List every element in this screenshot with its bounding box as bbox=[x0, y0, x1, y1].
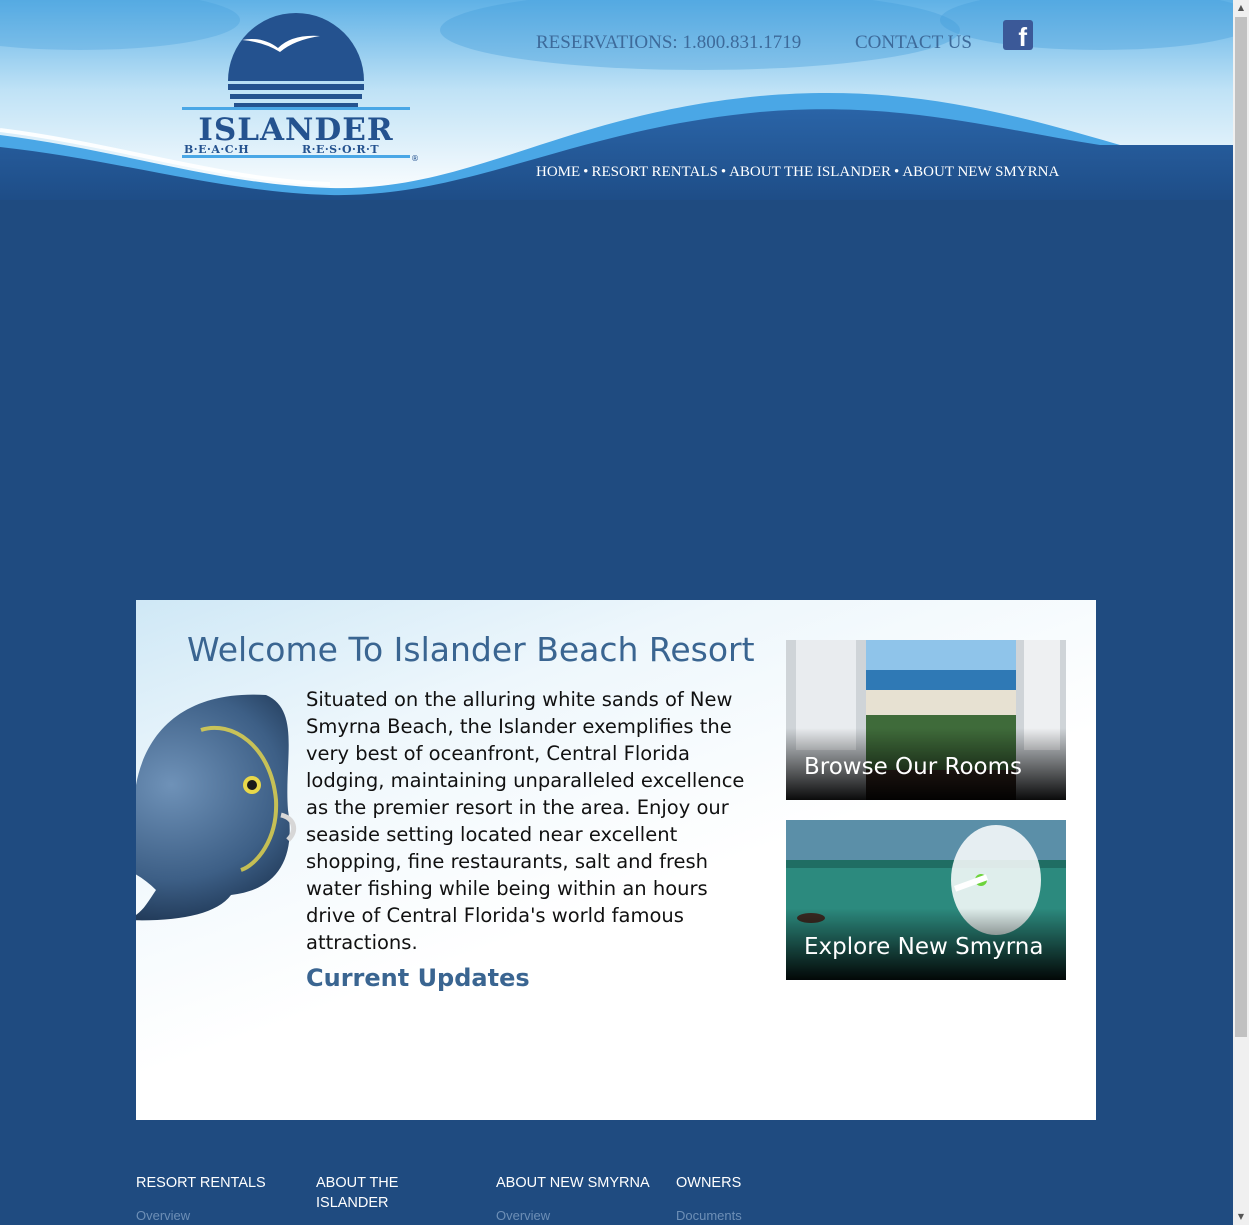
nav-separator: • bbox=[720, 164, 727, 180]
footer-heading-about-new-smyrna[interactable]: ABOUT NEW SMYRNA bbox=[496, 1173, 656, 1193]
nav-about-the-islander[interactable]: ABOUT THE ISLANDER bbox=[729, 164, 891, 180]
footer-col-resort-rentals: RESORT RENTALS Overview bbox=[136, 1173, 296, 1223]
scrollbar-thumb[interactable] bbox=[1235, 17, 1247, 1037]
nav-about-new-smyrna[interactable]: ABOUT NEW SMYRNA bbox=[902, 164, 1059, 180]
vertical-scrollbar[interactable]: ▲ ▼ bbox=[1233, 0, 1249, 1225]
footer-link-documents[interactable]: Documents bbox=[676, 1208, 836, 1223]
main-nav: HOME • RESORT RENTALS • ABOUT THE ISLANDER • A… bbox=[536, 164, 1059, 181]
footer-link-overview[interactable]: Overview bbox=[136, 1208, 296, 1223]
scroll-down-icon[interactable]: ▼ bbox=[1233, 1209, 1249, 1225]
scroll-up-icon[interactable]: ▲ bbox=[1233, 0, 1249, 16]
intro-paragraph: Situated on the alluring white sands of … bbox=[306, 688, 745, 954]
footer-col-owners: OWNERS Documents bbox=[676, 1173, 836, 1223]
nav-separator: • bbox=[894, 164, 900, 180]
browse-rooms-promo[interactable]: Browse Our Rooms bbox=[786, 640, 1066, 800]
registered-mark: ® bbox=[411, 154, 419, 163]
explore-new-smyrna-promo[interactable]: Explore New Smyrna bbox=[786, 820, 1066, 980]
islander-logo[interactable]: ISLANDER B·E·A·C·H R·E·S·O·R·T ® bbox=[180, 6, 425, 166]
logo-subtitle-beach: B·E·A·C·H bbox=[184, 143, 250, 156]
logo-subtitle-resort: R·E·S·O·R·T bbox=[302, 143, 380, 156]
explore-new-smyrna-caption[interactable]: Explore New Smyrna bbox=[804, 934, 1043, 960]
angelfish-image bbox=[136, 694, 297, 921]
nav-resort-rentals[interactable]: RESORT RENTALS bbox=[591, 164, 717, 180]
nav-home[interactable]: HOME bbox=[536, 164, 580, 180]
footer-heading-resort-rentals[interactable]: RESORT RENTALS bbox=[136, 1173, 296, 1193]
facebook-icon[interactable]: f bbox=[1003, 20, 1033, 50]
reservations-link[interactable]: RESERVATIONS: 1.800.831.1719 bbox=[536, 32, 801, 54]
contact-us-link[interactable]: CONTACT US bbox=[855, 32, 972, 54]
footer-col-about-new-smyrna: ABOUT NEW SMYRNA Overview bbox=[496, 1173, 656, 1223]
current-updates-heading: Current Updates bbox=[306, 964, 530, 992]
footer-link-overview[interactable]: Overview bbox=[496, 1208, 656, 1223]
footer-heading-owners[interactable]: OWNERS bbox=[676, 1173, 836, 1193]
nav-separator: • bbox=[583, 164, 589, 180]
welcome-panel: Welcome To Islander Beach Resort Situate… bbox=[136, 600, 1096, 1120]
browse-rooms-caption[interactable]: Browse Our Rooms bbox=[804, 754, 1022, 780]
footer-col-about-islander: ABOUT THE ISLANDER bbox=[316, 1173, 436, 1213]
site-header: ISLANDER B·E·A·C·H R·E·S·O·R·T ® RESERVA… bbox=[0, 0, 1233, 200]
footer-heading-about-islander[interactable]: ABOUT THE ISLANDER bbox=[316, 1173, 436, 1213]
welcome-title: Welcome To Islander Beach Resort bbox=[187, 630, 755, 669]
